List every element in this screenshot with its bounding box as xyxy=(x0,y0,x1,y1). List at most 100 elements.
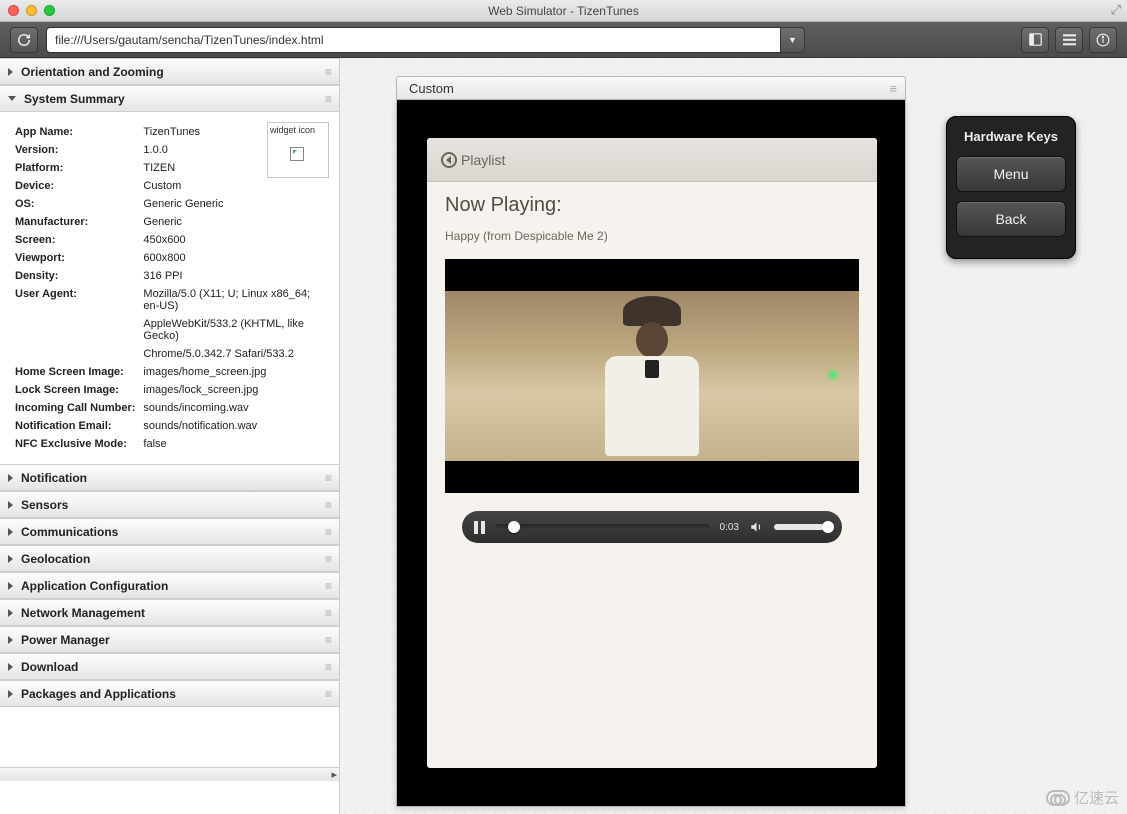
value: Generic xyxy=(140,214,327,230)
section-power-mgr[interactable]: Power Manager ≡ xyxy=(0,626,339,653)
value: images/lock_screen.jpg xyxy=(140,382,327,398)
label: App Name: xyxy=(12,124,138,140)
track-title: Happy (from Despicable Me 2) xyxy=(445,229,859,243)
value: Mozilla/5.0 (X11; U; Linux x86_64; en-US… xyxy=(140,286,327,314)
section-network-mgmt[interactable]: Network Management≡ xyxy=(0,599,339,626)
section-label: Packages and Applications xyxy=(21,687,176,701)
section-label: Orientation and Zooming xyxy=(21,65,164,79)
label: Screen: xyxy=(12,232,138,248)
grip-icon: ≡ xyxy=(325,65,331,79)
hw-back-button[interactable]: Back xyxy=(956,201,1066,237)
grip-icon: ≡ xyxy=(325,579,331,593)
section-label: Download xyxy=(21,660,78,674)
value: Custom xyxy=(140,178,327,194)
section-notification[interactable]: Notification ≡ xyxy=(0,464,339,491)
widget-icon-label: widget icon xyxy=(270,125,315,135)
horizontal-scrollbar[interactable]: ▸ xyxy=(0,767,339,781)
section-orientation-zooming[interactable]: Orientation and Zooming ≡ xyxy=(0,58,339,85)
info-button[interactable] xyxy=(1089,27,1117,53)
back-arrow-icon[interactable] xyxy=(441,152,457,168)
hamburger-icon xyxy=(1063,34,1076,46)
video-player[interactable] xyxy=(445,259,859,493)
label: Version: xyxy=(12,142,138,158)
value: 600x800 xyxy=(140,250,327,266)
value: sounds/incoming.wav xyxy=(140,400,327,416)
section-download[interactable]: Download ≡ xyxy=(0,653,339,680)
value: 450x600 xyxy=(140,232,327,248)
now-playing-heading: Now Playing: xyxy=(445,194,859,217)
value: images/home_screen.jpg xyxy=(140,364,327,380)
label: Lock Screen Image: xyxy=(12,382,138,398)
reload-icon xyxy=(17,33,31,47)
sidebar: Orientation and Zooming ≡ System Summary ≡… xyxy=(0,58,340,814)
phone-screen: Playlist Now Playing: Happy (from Despic… xyxy=(427,138,877,768)
seek-slider[interactable] xyxy=(495,524,710,530)
section-communications[interactable]: Communications ≡ xyxy=(0,518,339,545)
broken-image-icon xyxy=(290,147,304,161)
label: Notification Email: xyxy=(12,418,138,434)
watermark-text: 亿速云 xyxy=(1074,787,1119,808)
section-system-summary[interactable]: System Summary ≡ xyxy=(0,85,339,112)
info-icon xyxy=(1096,33,1110,47)
grip-icon: ≡ xyxy=(325,552,331,566)
pause-button[interactable] xyxy=(474,521,485,534)
section-sensors[interactable]: Sensors ≡ xyxy=(0,491,339,518)
grip-icon: ≡ xyxy=(325,525,331,539)
grip-icon: ≡ xyxy=(325,687,331,701)
section-geolocation[interactable]: Geolocation ≡ xyxy=(0,545,339,572)
label: Density: xyxy=(12,268,138,284)
panel-layout-button[interactable] xyxy=(1021,27,1049,53)
grip-icon: ≡ xyxy=(325,498,331,512)
grip-icon: ≡ xyxy=(325,92,331,106)
reload-button[interactable] xyxy=(10,27,38,53)
value: Chrome/5.0.342.7 Safari/533.2 xyxy=(140,346,327,362)
section-label: Communications xyxy=(21,525,118,539)
watermark-logo-icon xyxy=(1046,790,1070,806)
section-label: Geolocation xyxy=(21,552,90,566)
label: NFC Exclusive Mode: xyxy=(12,436,138,452)
label: Device: xyxy=(12,178,138,194)
window-title: Web Simulator - TizenTunes xyxy=(0,4,1127,18)
window-titlebar: Web Simulator - TizenTunes ⤢ xyxy=(0,0,1127,22)
label: Manufacturer: xyxy=(12,214,138,230)
grip-icon: ≡ xyxy=(325,471,331,485)
label: Viewport: xyxy=(12,250,138,266)
url-input[interactable] xyxy=(46,27,781,53)
section-packages-apps[interactable]: Packages and Applications ≡ xyxy=(0,680,339,707)
value: Generic Generic xyxy=(140,196,327,212)
hardware-keys-panel: Hardware Keys Menu Back xyxy=(946,116,1076,259)
section-label: Sensors xyxy=(21,498,68,512)
device-panel-title: Custom xyxy=(409,81,454,96)
url-dropdown-button[interactable]: ▼ xyxy=(781,27,805,53)
hw-menu-button[interactable]: Menu xyxy=(956,156,1066,192)
elapsed-time: 0:03 xyxy=(720,522,739,533)
label: Incoming Call Number: xyxy=(12,400,138,416)
toolbar: ▼ xyxy=(0,22,1127,58)
watermark: 亿速云 xyxy=(1046,787,1119,808)
device-frame: Playlist Now Playing: Happy (from Despic… xyxy=(396,100,906,807)
value: false xyxy=(140,436,327,452)
volume-icon[interactable] xyxy=(749,520,764,534)
grip-icon: ≡ xyxy=(325,633,331,647)
grip-icon: ≡ xyxy=(325,660,331,674)
scroll-right-icon: ▸ xyxy=(331,768,337,781)
back-label[interactable]: Playlist xyxy=(461,152,505,168)
section-app-config[interactable]: Application Configuration ≡ xyxy=(0,572,339,599)
device-panel-header[interactable]: Custom ≡ xyxy=(396,76,906,100)
pause-icon xyxy=(474,521,485,534)
device-panel: Custom ≡ Playlist Now Playing: Happy (fr… xyxy=(396,76,906,807)
system-summary-panel: widget icon App Name:TizenTunes Version:… xyxy=(0,112,339,464)
section-label: Notification xyxy=(21,471,87,485)
section-label: Network Management xyxy=(21,606,145,620)
value: sounds/notification.wav xyxy=(140,418,327,434)
panel-layout-icon xyxy=(1029,33,1042,46)
section-label: Application Configuration xyxy=(21,579,168,593)
section-label: System Summary xyxy=(24,92,125,106)
window-maximize-icon[interactable]: ⤢ xyxy=(1111,2,1121,18)
volume-slider[interactable] xyxy=(774,524,830,530)
label: Home Screen Image: xyxy=(12,364,138,380)
menu-button[interactable] xyxy=(1055,27,1083,53)
value: AppleWebKit/533.2 (KHTML, like Gecko) xyxy=(140,316,327,344)
section-label: Power Manager xyxy=(21,633,110,647)
grip-icon: ≡ xyxy=(889,81,897,96)
